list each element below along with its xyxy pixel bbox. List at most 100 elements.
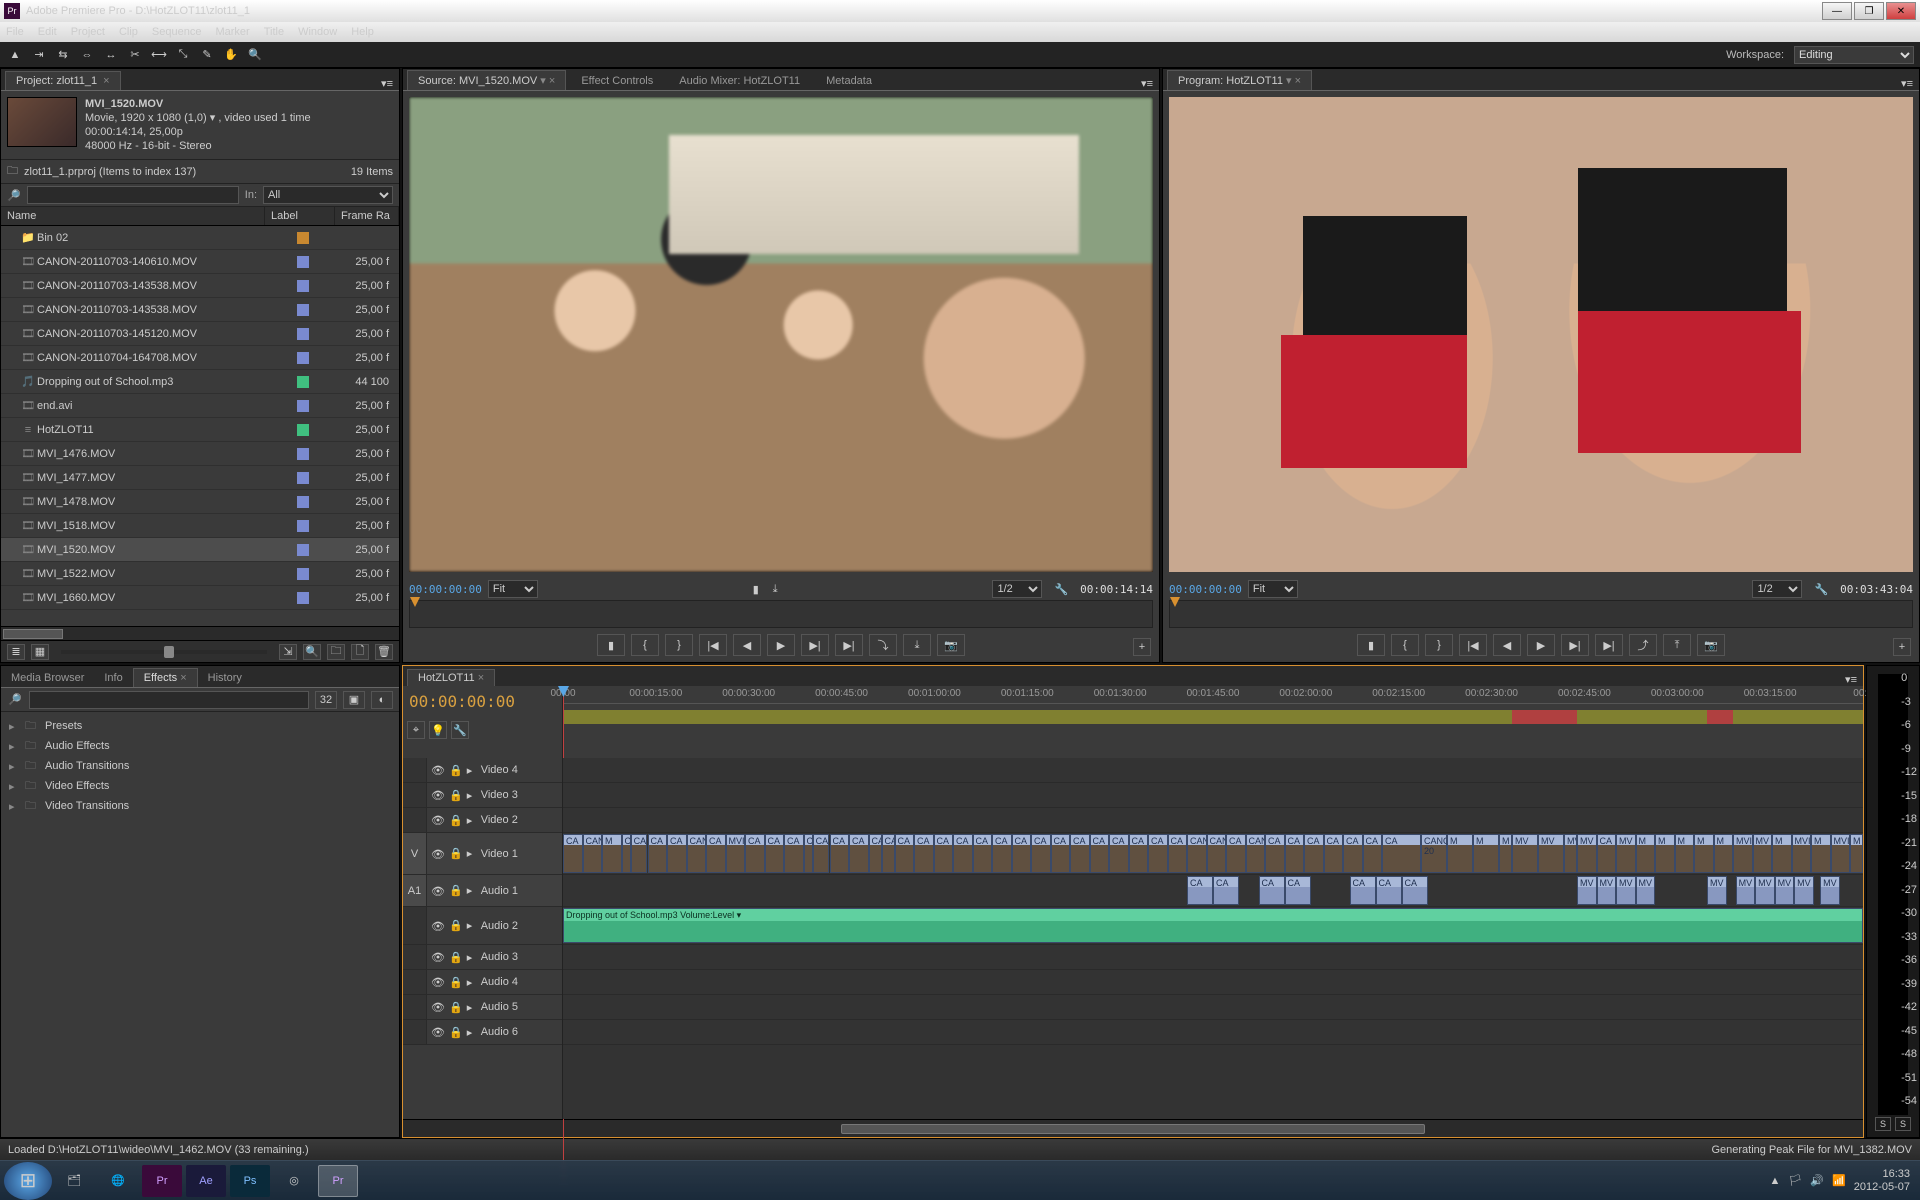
track-target[interactable] [403, 1020, 427, 1044]
chevron-icon[interactable]: ▸ [467, 847, 477, 860]
list-view-icon[interactable]: ≣ [7, 644, 25, 660]
program-fit-select[interactable]: Fit [1248, 580, 1298, 598]
panel-menu-icon[interactable]: ▾≡ [1845, 673, 1857, 686]
audio-clip[interactable]: CA [1350, 876, 1376, 905]
video-clip[interactable]: CA [563, 834, 583, 873]
track-head[interactable]: A1 👁🔒▸Audio 1 [403, 875, 562, 907]
aftereffects-icon[interactable]: Ae [186, 1165, 226, 1197]
play-icon[interactable]: ▶ [1527, 634, 1555, 656]
timeline-tab[interactable]: HotZLOT11 × [407, 669, 495, 686]
wrench-icon[interactable]: 🔧 [1054, 583, 1068, 596]
audio-clip[interactable]: CA [1402, 876, 1428, 905]
tray-flag-icon[interactable]: 🏳 [1788, 1174, 1802, 1187]
project-item[interactable]: 🎞 MVI_1477.MOV 25,00 f [1, 466, 399, 490]
video-clip[interactable]: CA [745, 834, 765, 873]
video-clip[interactable]: CA [1109, 834, 1129, 873]
icon-view-icon[interactable]: ▦ [31, 644, 49, 660]
video-clip[interactable]: CA [1012, 834, 1032, 873]
clock[interactable]: 16:332012-05-07 [1854, 1168, 1910, 1194]
program-tab[interactable]: Program: HotZLOT11 ▾ × [1167, 70, 1312, 90]
audio-clip[interactable]: MV [1707, 876, 1727, 905]
project-item[interactable]: 🎞 CANON-20110704-164708.MOV 25,00 f [1, 346, 399, 370]
track-lane[interactable] [563, 945, 1863, 970]
video-clip[interactable]: MVI [1831, 834, 1851, 873]
lift-icon[interactable]: ⤴ [1629, 634, 1657, 656]
tray-volume-icon[interactable]: 🔊 [1810, 1174, 1824, 1187]
lock-icon[interactable]: 🔒 [449, 919, 463, 932]
track-head[interactable]: 👁🔒▸Video 4 [403, 758, 562, 783]
source-view[interactable] [409, 97, 1153, 572]
project-item[interactable]: ≡ HotZLOT11 25,00 f [1, 418, 399, 442]
mark-in-icon[interactable]: ▮ [1357, 634, 1385, 656]
slip-icon[interactable]: ⟷ [150, 46, 168, 64]
video-clip[interactable]: CA [1324, 834, 1344, 873]
chevron-icon[interactable]: ▸ [467, 1026, 477, 1039]
track-select-icon[interactable]: ⇥ [30, 46, 48, 64]
track-lane[interactable] [563, 808, 1863, 833]
video-clip[interactable]: CA [953, 834, 973, 873]
premiere-icon[interactable]: Pr [142, 1165, 182, 1197]
video-clip[interactable]: CA [1031, 834, 1051, 873]
chevron-icon[interactable]: ▸ [467, 884, 477, 897]
video-clip[interactable]: CA [784, 834, 804, 873]
close-button[interactable]: ✕ [1886, 2, 1916, 20]
video-clip[interactable]: CAN [1187, 834, 1207, 873]
playhead-icon[interactable] [1170, 597, 1180, 607]
track-lane[interactable] [563, 758, 1863, 783]
video-clip[interactable]: M [1473, 834, 1499, 873]
video-clip[interactable]: CA [895, 834, 915, 873]
effects-folder[interactable]: ▸🗀Audio Effects [1, 736, 399, 756]
lock-icon[interactable]: 🔒 [449, 1001, 463, 1014]
go-in-icon[interactable]: |◀ [1459, 634, 1487, 656]
chevron-icon[interactable]: ▸ [467, 951, 477, 964]
source-left-tc[interactable]: 00:00:00:00 [409, 583, 482, 596]
effect-controls-tab[interactable]: Effect Controls [570, 71, 664, 90]
project-item[interactable]: 🎞 MVI_1660.MOV 25,00 f [1, 586, 399, 610]
video-clip[interactable]: CA [804, 834, 813, 873]
project-item[interactable]: 🎞 CANON-20110703-140610.MOV 25,00 f [1, 250, 399, 274]
chevron-icon[interactable]: ▸ [467, 1001, 477, 1014]
source-tab[interactable]: Source: MVI_1520.MOV ▾ × [407, 70, 566, 90]
panel-menu-icon[interactable]: ▾≡ [1141, 77, 1153, 90]
video-clip[interactable]: M [1714, 834, 1734, 873]
export-frame-icon[interactable]: 📷 [1697, 634, 1725, 656]
video-clip[interactable]: CA [992, 834, 1012, 873]
chevron-icon[interactable]: ▸ [467, 976, 477, 989]
video-clip[interactable]: CAN [1207, 834, 1227, 873]
track-lane[interactable]: CACACACACACACAMVMVMVMVMVMVMVMVMVMV [563, 875, 1863, 907]
track-target[interactable] [403, 970, 427, 994]
audio-clip[interactable]: CA [1259, 876, 1285, 905]
menu-window[interactable]: Window [298, 26, 337, 38]
track-head[interactable]: V 👁🔒▸Video 1 [403, 833, 562, 875]
effects-folder[interactable]: ▸🗀Video Transitions [1, 796, 399, 816]
track-lane[interactable] [563, 970, 1863, 995]
video-clip[interactable]: M [1636, 834, 1656, 873]
lock-icon[interactable]: 🔒 [449, 789, 463, 802]
project-item[interactable]: 🎞 MVI_1522.MOV 25,00 f [1, 562, 399, 586]
thumb-size-slider[interactable] [61, 650, 267, 654]
project-item[interactable]: 🎞 CANON-20110703-143538.MOV 25,00 f [1, 274, 399, 298]
automate-icon[interactable]: ⇲ [279, 644, 297, 660]
video-clip[interactable]: CA [1051, 834, 1071, 873]
eye-icon[interactable]: 👁 [431, 1001, 445, 1013]
tab-info[interactable]: Info [94, 669, 132, 687]
ripple-icon[interactable]: ⇆ [54, 46, 72, 64]
insert-icon[interactable]: ⤵ [869, 634, 897, 656]
video-clip[interactable]: M [1694, 834, 1714, 873]
video-clip[interactable]: CANO [882, 834, 895, 873]
minimize-button[interactable]: — [1822, 2, 1852, 20]
add-button-icon[interactable]: + [1893, 638, 1911, 656]
effects-folder[interactable]: ▸🗀Audio Transitions [1, 756, 399, 776]
eye-icon[interactable]: 👁 [431, 848, 445, 860]
video-clip[interactable]: CA [1129, 834, 1149, 873]
track-lane[interactable]: Dropping out of School.mp3 Volume:Level … [563, 907, 1863, 945]
accel-badge-icon[interactable]: ◐ [371, 691, 393, 709]
video-clip[interactable]: M [1499, 834, 1512, 873]
video-clip[interactable]: CA [1090, 834, 1110, 873]
tray-up-icon[interactable]: ▲ [1769, 1175, 1780, 1187]
eye-icon[interactable]: 👁 [431, 814, 445, 826]
source-ruler[interactable] [409, 600, 1153, 628]
video-clip[interactable]: CA [869, 834, 882, 873]
solo-right[interactable]: S [1895, 1117, 1911, 1131]
add-button-icon[interactable]: + [1133, 638, 1151, 656]
